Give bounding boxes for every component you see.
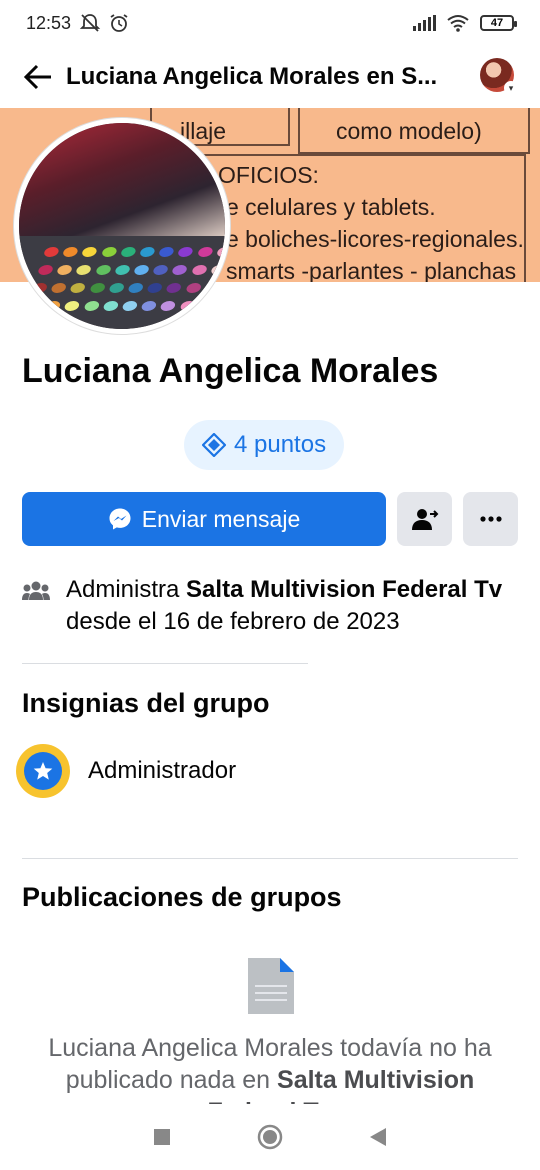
signal-icon (413, 15, 436, 31)
cover-text: smarts -parlantes - planchas (226, 258, 517, 282)
messenger-icon (109, 508, 131, 530)
status-right: 47 (412, 14, 517, 32)
battery-icon: 47 (480, 15, 517, 31)
send-message-label: Enviar mensaje (141, 505, 301, 532)
makeup-palette (19, 241, 225, 321)
points-label: 4 puntos (234, 431, 327, 458)
badges-title: Insignias del grupo (22, 688, 270, 718)
group-icon (22, 581, 50, 600)
battery-level: 47 (490, 17, 504, 29)
cover-text: OFICIOS: (218, 162, 319, 188)
badge-inner (24, 752, 62, 790)
back-nav-icon[interactable] (368, 1126, 388, 1148)
person-arrow-icon (411, 509, 438, 530)
alarm-icon (110, 14, 128, 32)
more-dots-icon (479, 516, 502, 522)
admin-info-text: Administra Salta Multivision Federal Tv … (66, 574, 522, 638)
page-title: Luciana Angelica Morales en S... (66, 63, 438, 90)
profile-name: Luciana Angelica Morales (22, 352, 439, 390)
group-link[interactable]: Salta Multivision Federal Tv (186, 576, 502, 603)
profile-actions: Enviar mensaje (22, 492, 518, 546)
status-time: 12:53 (26, 12, 72, 33)
back-button[interactable] (20, 59, 56, 95)
admin-badge-icon (16, 744, 70, 798)
recents-icon[interactable] (152, 1127, 172, 1147)
cover-text: e celulares y tablets. (226, 194, 436, 220)
app-header: Luciana Angelica Morales en S... ▾ (0, 46, 540, 108)
wifi-icon (447, 15, 469, 32)
send-message-button[interactable]: Enviar mensaje (22, 492, 386, 546)
admin-suffix: desde el 16 de febrero de 2023 (66, 608, 400, 635)
document-icon (248, 958, 294, 1014)
badge-item[interactable]: Administrador (16, 744, 236, 798)
points-badge[interactable]: 4 puntos (184, 420, 345, 470)
home-icon[interactable] (256, 1123, 284, 1151)
system-nav-bar (0, 1104, 540, 1170)
silent-icon (79, 14, 101, 32)
badge-label: Administrador (88, 757, 237, 784)
profile-picture-scene (19, 123, 225, 237)
account-avatar[interactable]: ▾ (480, 58, 518, 95)
cover-text: como modelo) (336, 118, 482, 144)
status-bar: 12:53 47 (0, 0, 540, 46)
star-icon (33, 762, 53, 780)
diamond-points-icon (202, 433, 226, 457)
profile-picture[interactable] (14, 118, 230, 334)
status-left: 12:53 (26, 13, 129, 34)
divider (22, 663, 308, 664)
arrow-left-icon (23, 64, 51, 90)
chevron-down-icon: ▾ (504, 81, 518, 95)
cover-text: e boliches-licores-regionales. (226, 226, 524, 252)
divider (22, 858, 518, 859)
admin-prefix: Administra (66, 576, 187, 603)
profile-action-button[interactable] (397, 492, 452, 546)
admin-info: Administra Salta Multivision Federal Tv … (22, 574, 522, 638)
more-options-button[interactable] (463, 492, 518, 546)
posts-title: Publicaciones de grupos (22, 882, 342, 912)
